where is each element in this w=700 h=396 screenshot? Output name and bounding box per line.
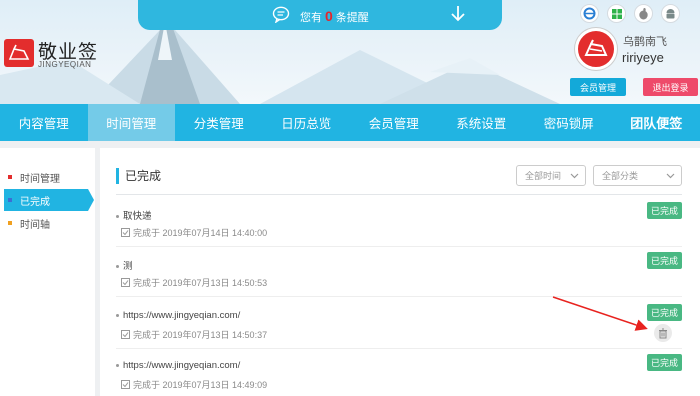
user-account: ririyeye [622,50,664,65]
nav-team-notes[interactable]: 团队便签 [613,104,700,141]
arrow-down-icon[interactable] [450,4,466,24]
notification-count: 0 [325,8,333,24]
windows-icon[interactable] [607,4,626,23]
brand-subtitle: JINGYEQIAN [38,60,92,69]
bullet-icon [8,198,12,202]
nav-member[interactable]: 会员管理 [350,104,438,141]
status-badge: 已完成 [646,304,682,321]
message-icon [272,6,290,23]
checkbox-icon [121,330,130,339]
main-panel: 已完成 全部时间 全部分类 取快递 完成于 2019年07月14日 14:40:… [100,148,700,396]
sidebar-item-label: 已完成 [20,196,50,208]
checkbox-icon [121,380,130,389]
category-filter-select[interactable]: 全部分类 [593,165,682,186]
nav-content[interactable]: 内容管理 [0,104,88,141]
checkbox-icon [121,278,130,287]
item-title: 测 [116,258,133,272]
notification-text: 您有 0 条提醒 [300,8,369,24]
nav-lock[interactable]: 密码锁屏 [525,104,613,141]
bullet-icon [8,221,12,225]
page-title: 已完成 [116,168,161,184]
ie-icon[interactable] [580,4,599,23]
status-badge: 已完成 [646,252,682,269]
android-icon[interactable] [661,4,680,23]
nav-time[interactable]: 时间管理 [87,104,175,141]
item-title: https://www.jingyeqian.com/ [116,310,240,321]
item-title: 取快递 [116,208,152,222]
item-title: https://www.jingyeqian.com/ [116,360,240,371]
avatar[interactable] [575,28,617,70]
nav-category[interactable]: 分类管理 [175,104,263,141]
sidebar-item-time-management[interactable]: 时间管理 [4,166,88,188]
item-meta: 完成于 2019年07月13日 14:50:53 [121,276,267,289]
time-filter-select[interactable]: 全部时间 [516,165,586,186]
sidebar-item-label: 时间轴 [20,219,50,231]
sidebar-item-label: 时间管理 [20,173,60,185]
platform-icons [580,4,680,23]
sidebar-item-completed[interactable]: 已完成 [4,189,94,211]
nav-settings[interactable]: 系统设置 [438,104,526,141]
divider [116,296,682,297]
user-nickname: 乌鹊南飞 [623,36,667,48]
apple-icon[interactable] [634,4,653,23]
nav-calendar[interactable]: 日历总览 [263,104,351,141]
bullet-icon [8,175,12,179]
item-meta: 完成于 2019年07月14日 14:40:00 [121,226,267,239]
header: 您有 0 条提醒 敬业签 JINGYEQIAN 乌鹊南飞 ririyeye 会员管理… [0,0,700,104]
sidebar: 时间管理 已完成 时间轴 [0,148,95,396]
avatar-logo-icon [584,39,608,56]
main-nav: 内容管理 时间管理 分类管理 日历总览 会员管理 系统设置 密码锁屏 团队便签 [0,104,700,141]
logout-button[interactable]: 退出登录 [643,78,698,96]
chevron-down-icon [570,173,579,179]
notification-bar[interactable]: 您有 0 条提醒 [138,0,502,30]
active-pointer [88,189,94,211]
divider [116,194,682,195]
checkbox-icon [121,228,130,237]
sidebar-item-timeline[interactable]: 时间轴 [4,212,88,234]
status-badge: 已完成 [646,354,682,371]
trash-icon[interactable] [654,324,672,342]
item-meta: 完成于 2019年07月13日 14:50:37 [121,328,267,341]
member-management-button[interactable]: 会员管理 [570,78,626,96]
chevron-down-icon [666,173,675,179]
item-meta: 完成于 2019年07月13日 14:49:09 [121,378,267,391]
status-badge: 已完成 [646,202,682,219]
divider [116,348,682,349]
logo-icon [4,39,34,67]
divider [116,246,682,247]
